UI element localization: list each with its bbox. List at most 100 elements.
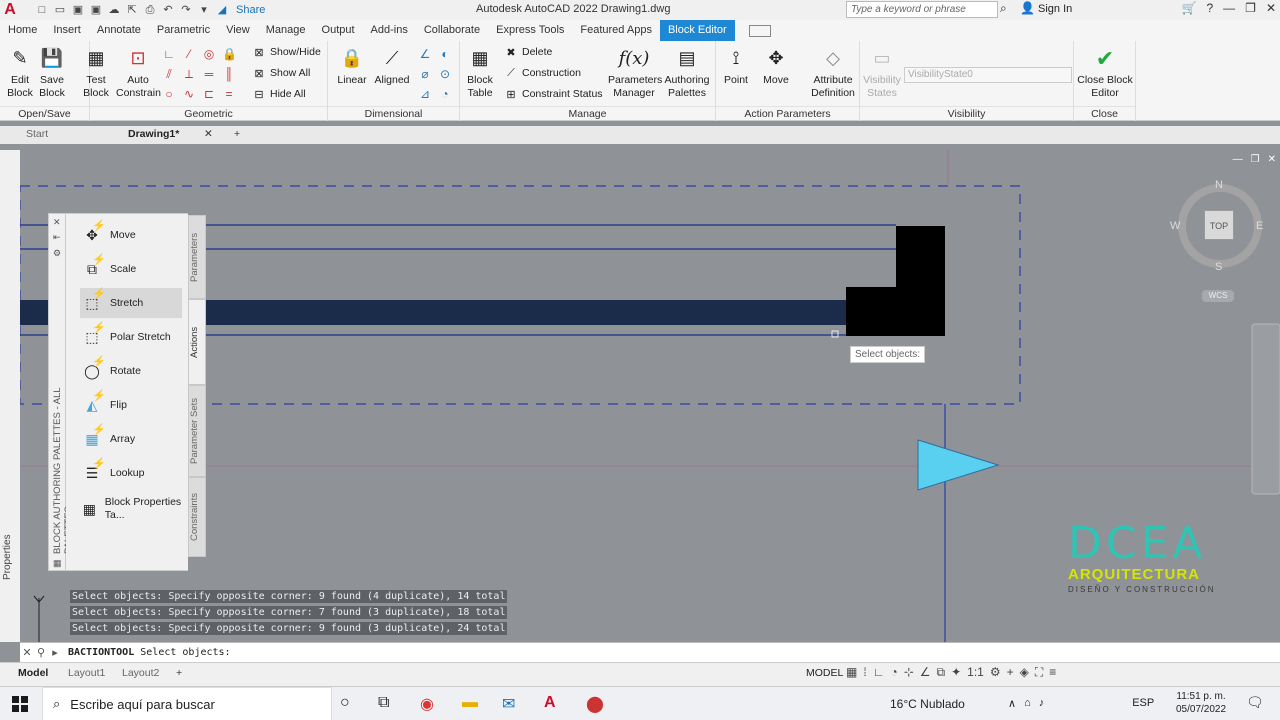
vertical-icon[interactable]: ║ <box>222 67 236 81</box>
save-block-button[interactable]: 💾 Save Block <box>32 45 72 100</box>
collinear-icon[interactable]: ⁄ <box>182 47 196 61</box>
autocad-logo-icon[interactable]: A <box>0 0 20 20</box>
model-space-button[interactable]: MODEL <box>806 667 843 679</box>
panel-title-action-parameters[interactable]: Action Parameters <box>716 106 859 121</box>
signin-button[interactable]: Sign In <box>1038 3 1072 15</box>
help-icon[interactable]: ? <box>1206 1 1213 15</box>
show-all-button[interactable]: ⊠ Show All <box>252 66 310 80</box>
minimize-icon[interactable]: — <box>1223 1 1235 15</box>
visibility-state-select[interactable]: VisibilityState0 <box>904 67 1072 83</box>
point-button[interactable]: ⟟ Point <box>716 45 756 87</box>
windows-start-icon[interactable] <box>12 696 28 712</box>
viewport-minimize-icon[interactable]: — <box>1233 154 1243 165</box>
selection-cycling-icon[interactable]: ⧉ <box>937 665 946 680</box>
tab-manage[interactable]: Manage <box>258 20 314 41</box>
print-icon[interactable]: ⎙ <box>142 3 158 17</box>
construction-button[interactable]: ⟋ Construction <box>504 66 581 80</box>
parameters-manager-button[interactable]: f(x) Parameters Manager <box>608 45 662 100</box>
delete-button[interactable]: ✖ Delete <box>504 45 552 59</box>
panel-title-manage[interactable]: Manage <box>460 106 715 121</box>
dim-angular-icon[interactable]: ∠ <box>418 47 432 61</box>
isolate-icon[interactable]: ◈ <box>1020 665 1029 680</box>
save-as-icon[interactable]: ▣ <box>88 3 104 17</box>
tab-drawing1[interactable]: Drawing1* <box>128 128 179 140</box>
plus-icon[interactable]: + <box>1007 665 1014 680</box>
linear-button[interactable]: 🔒 Linear <box>332 45 372 87</box>
authoring-palettes-button[interactable]: ▤ Authoring Palettes <box>662 45 712 100</box>
close-block-editor-button[interactable]: ✔ Close Block Editor <box>1076 45 1134 100</box>
grid-icon[interactable]: ▦ <box>846 665 857 680</box>
palette-tab-parameter-sets[interactable]: Parameter Sets <box>188 385 206 477</box>
weather-widget[interactable]: 16°C Nublado <box>890 697 965 711</box>
command-prompt[interactable]: BACTIONTOOL Select objects: <box>68 647 231 658</box>
action-move[interactable]: ✥ ⚡ Move <box>80 220 182 250</box>
compass-s[interactable]: S <box>1215 261 1222 273</box>
tab-collaborate[interactable]: Collaborate <box>416 20 488 41</box>
show-hide-button[interactable]: ⊠ Show/Hide <box>252 45 320 59</box>
parallel-icon[interactable]: ⫽ <box>162 67 176 81</box>
ortho-icon[interactable]: ∟ <box>873 665 885 680</box>
notifications-icon[interactable]: 🗨 <box>1246 694 1264 711</box>
file-explorer-icon[interactable]: ▬ <box>462 694 478 712</box>
tab-parametric[interactable]: Parametric <box>149 20 218 41</box>
palette-tab-parameters[interactable]: Parameters <box>188 215 206 299</box>
compass-e[interactable]: E <box>1256 220 1263 232</box>
perpendicular-icon[interactable]: ⟂ <box>182 67 196 81</box>
undo-icon[interactable]: ↶ <box>160 3 176 17</box>
taskbar-search[interactable]: ⌕ Escribe aquí para buscar <box>42 687 332 720</box>
compass-w[interactable]: W <box>1170 220 1180 232</box>
add-layout-icon[interactable]: + <box>176 667 182 679</box>
tab-view[interactable]: View <box>218 20 258 41</box>
palette-resize-icon[interactable]: ▦ <box>53 558 62 569</box>
viewcube-top-face[interactable]: TOP <box>1204 210 1234 240</box>
viewport-close-icon[interactable]: ✕ <box>1268 154 1276 165</box>
command-line[interactable]: ✕ ⚲ ▸ BACTIONTOOL Select objects: <box>20 642 1280 662</box>
recorder-icon[interactable]: ⬤ <box>586 694 604 714</box>
properties-label[interactable]: Properties <box>2 530 16 580</box>
share-button[interactable]: Share <box>236 4 265 16</box>
action-lookup[interactable]: ☰ ⚡ Lookup <box>80 458 182 488</box>
viewport-restore-icon[interactable]: ❐ <box>1251 154 1260 165</box>
concentric-icon[interactable]: ◎ <box>202 47 216 61</box>
osnap-icon[interactable]: ⊹ <box>904 665 914 680</box>
share-icon[interactable]: ◢ <box>214 3 230 17</box>
action-scale[interactable]: ⧉ ⚡ Scale <box>80 254 182 284</box>
mail-icon[interactable]: ✉ <box>502 694 515 714</box>
save-icon[interactable]: ▣ <box>70 3 86 17</box>
layout-tab-layout2[interactable]: Layout2 <box>122 667 159 679</box>
dim-block-icon[interactable]: ⊿ <box>418 87 432 101</box>
symmetric-icon[interactable]: ⊏ <box>202 87 216 101</box>
cmdline-settings-icon[interactable]: ⚲ <box>34 646 48 659</box>
annotation-scale-icon[interactable]: 1:1 <box>967 665 984 680</box>
cmdline-recent-icon[interactable]: ▸ <box>48 646 62 659</box>
customize-menu-icon[interactable]: ≡ <box>1049 665 1056 680</box>
cmdline-close-icon[interactable]: ✕ <box>20 646 34 659</box>
action-flip[interactable]: ◭ ⚡ Flip <box>80 390 182 420</box>
tray-chevron-icon[interactable]: ∧ <box>1008 697 1016 710</box>
palette-autohide-icon[interactable]: ⇤ <box>53 232 61 243</box>
dim-extra-icon[interactable]: ◔ <box>438 87 452 101</box>
close-icon[interactable]: ✕ <box>1266 1 1276 15</box>
tab-home[interactable]: Home <box>0 20 45 41</box>
close-tab-icon[interactable]: ✕ <box>204 128 213 140</box>
search-icon[interactable]: ⌕ <box>1000 1 1007 16</box>
action-array[interactable]: ▦ ⚡ Array <box>80 424 182 454</box>
chrome-icon[interactable]: ◉ <box>420 694 434 714</box>
tab-insert[interactable]: Insert <box>45 20 89 41</box>
tab-output[interactable]: Output <box>314 20 363 41</box>
tab-block-editor[interactable]: Block Editor <box>659 20 735 41</box>
coincident-icon[interactable]: ∟ <box>162 47 176 61</box>
otrack-icon[interactable]: ∠ <box>920 665 931 680</box>
action-block-properties-table[interactable]: ▦ Block Properties Ta... <box>80 492 182 526</box>
annotation-visibility-icon[interactable]: ✦ <box>951 665 961 680</box>
redo-icon[interactable]: ↷ <box>178 3 194 17</box>
workspace-gear-icon[interactable]: ⚙ <box>990 665 1001 680</box>
cloud-icon[interactable]: ☁ <box>106 3 122 17</box>
panel-title-dimensional[interactable]: Dimensional <box>328 106 459 121</box>
palette-properties-icon[interactable]: ⚙ <box>53 248 61 259</box>
tray-network-icon[interactable]: ⌂ <box>1024 697 1031 710</box>
web-icon[interactable]: ⇱ <box>124 3 140 17</box>
restore-icon[interactable]: ❐ <box>1245 1 1256 15</box>
viewcube[interactable]: N S E W TOP WCS <box>1170 179 1266 302</box>
block-table-button[interactable]: ▦ Block Table <box>460 45 500 100</box>
